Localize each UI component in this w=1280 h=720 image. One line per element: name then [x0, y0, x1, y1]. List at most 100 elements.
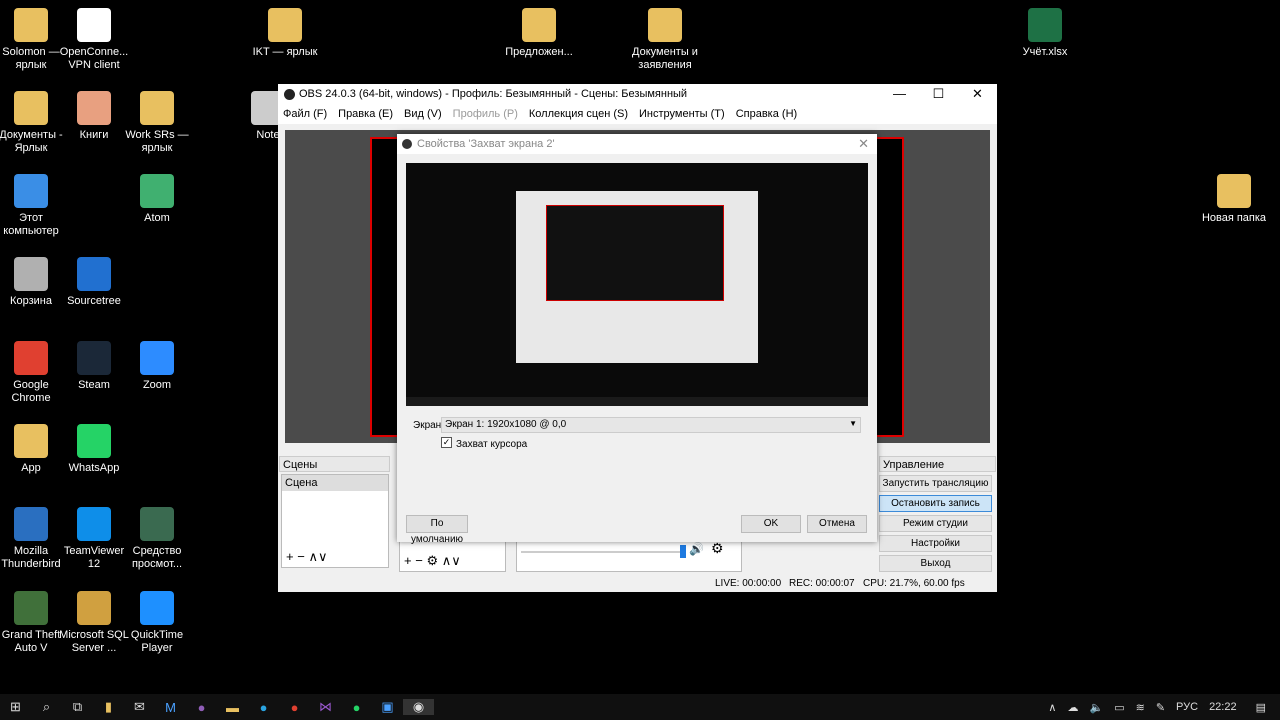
app-icon[interactable]: ▣ — [372, 699, 403, 715]
language-indicator[interactable]: РУС — [1176, 701, 1198, 713]
telegram-icon[interactable]: ● — [248, 700, 279, 715]
menu-edit[interactable]: Правка (E) — [338, 108, 393, 120]
start-button[interactable]: ⊞ — [0, 699, 31, 715]
desktop-icon[interactable]: Sourcetree — [58, 257, 130, 308]
desktop-icon[interactable]: Этот компьютер — [0, 174, 67, 238]
menu-bar: Файл (F) Правка (E) Вид (V) Профиль (P) … — [278, 104, 997, 124]
whatsapp-icon[interactable]: ● — [341, 700, 372, 715]
desktop-icon[interactable]: Предложен... — [503, 8, 575, 59]
scene-item[interactable]: Сцена — [282, 475, 388, 491]
ok-button[interactable]: OK — [741, 515, 801, 533]
desktop-icon-image — [14, 174, 48, 208]
menu-tools[interactable]: Инструменты (T) — [639, 108, 725, 120]
desktop-icon-label: Этот компьютер — [3, 212, 59, 237]
move-up-button[interactable]: ∧ — [308, 549, 318, 564]
desktop-icon[interactable]: Grand Theft Auto V — [0, 591, 67, 655]
menu-view[interactable]: Вид (V) — [404, 108, 442, 120]
desktop-icon[interactable]: IKT — ярлык — [249, 8, 321, 59]
menu-scene-collection[interactable]: Коллекция сцен (S) — [529, 108, 628, 120]
desktop-icon[interactable]: Solomon — ярлык — [0, 8, 67, 72]
desktop-icon-image — [268, 8, 302, 42]
minimize-button[interactable]: — — [880, 86, 919, 102]
cloud-icon[interactable]: ☁ — [1067, 701, 1078, 714]
clock[interactable]: 22:22 — [1209, 701, 1237, 713]
desktop-icon-image — [14, 8, 48, 42]
menu-profile[interactable]: Профиль (P) — [453, 108, 518, 120]
desktop-icon[interactable]: Zoom — [121, 341, 193, 392]
task-view-icon[interactable]: ⧉ — [62, 699, 93, 715]
desktop-icon[interactable]: OpenConne... VPN client — [58, 8, 130, 72]
close-button[interactable]: ✕ — [958, 86, 997, 102]
chrome-icon[interactable]: ● — [279, 700, 310, 715]
capture-cursor-checkbox[interactable]: ✓ — [441, 437, 452, 448]
obs-logo-icon — [284, 88, 295, 100]
rec-status: REC: 00:00:07 — [789, 578, 855, 589]
desktop-icon[interactable]: Atom — [121, 174, 193, 225]
desktop-icon-label: Корзина — [10, 295, 52, 307]
screen-select[interactable]: Экран 1: 1920x1080 @ 0,0 ▼ — [441, 417, 861, 433]
notifications-icon[interactable]: ▤ — [1256, 701, 1266, 714]
desktop-icon[interactable]: Новая папка — [1198, 174, 1270, 225]
remove-scene-button[interactable]: − — [297, 549, 305, 564]
desktop-icon[interactable]: WhatsApp — [58, 424, 130, 475]
viber-icon[interactable]: ● — [186, 700, 217, 715]
add-source-button[interactable]: + — [404, 553, 412, 568]
desktop-icon-image — [648, 8, 682, 42]
move-up-button[interactable]: ∧ — [442, 553, 452, 568]
desktop-icon[interactable]: Google Chrome — [0, 341, 67, 405]
desktop-icon[interactable]: Microsoft SQL Server ... — [58, 591, 130, 655]
visual-studio-icon[interactable]: ⋈ — [310, 699, 341, 715]
studio-mode-button[interactable]: Режим студии — [879, 515, 992, 532]
volume-slider[interactable] — [521, 551, 681, 553]
gear-icon[interactable]: ⚙ — [426, 553, 438, 568]
desktop-icon-label: Atom — [144, 212, 170, 224]
start-streaming-button[interactable]: Запустить трансляцию — [879, 475, 992, 492]
desktop-icon[interactable]: Документы - Ярлык — [0, 91, 67, 155]
exit-button[interactable]: Выход — [879, 555, 992, 572]
add-scene-button[interactable]: + — [286, 549, 294, 564]
search-icon[interactable]: ⌕ — [31, 699, 62, 715]
desktop-icon[interactable]: Учёт.xlsx — [1009, 8, 1081, 59]
desktop-icon[interactable]: Документы и заявления — [629, 8, 701, 72]
screen-select-value: Экран 1: 1920x1080 @ 0,0 — [445, 419, 567, 430]
scenes-list[interactable]: Сцена + − ∧∨ — [281, 474, 389, 568]
remove-source-button[interactable]: − — [415, 553, 423, 568]
volume-handle[interactable] — [680, 545, 686, 558]
speaker-icon[interactable]: 🔈 — [1089, 701, 1103, 714]
cancel-button[interactable]: Отмена — [807, 515, 867, 533]
pen-icon[interactable]: ✎ — [1156, 701, 1165, 714]
desktop-icon-label: Предложен... — [505, 46, 573, 58]
move-down-button[interactable]: ∨ — [451, 553, 461, 568]
speaker-icon[interactable]: 🔊 — [689, 542, 704, 556]
stop-recording-button[interactable]: Остановить запись — [879, 495, 992, 512]
defaults-button[interactable]: По умолчанию — [406, 515, 468, 545]
chevron-up-icon[interactable]: ∧ — [1048, 701, 1056, 714]
menu-help[interactable]: Справка (H) — [736, 108, 797, 120]
battery-icon[interactable]: ▭ — [1114, 701, 1124, 714]
mail-icon[interactable]: ✉ — [124, 699, 155, 715]
desktop-icon[interactable]: Корзина — [0, 257, 67, 308]
chevron-down-icon: ▼ — [849, 419, 857, 428]
desktop-icon[interactable]: App — [0, 424, 67, 475]
menu-file[interactable]: Файл (F) — [283, 108, 327, 120]
move-down-button[interactable]: ∨ — [318, 549, 328, 564]
desktop-icon[interactable]: Steam — [58, 341, 130, 392]
app-icon[interactable]: M — [155, 700, 186, 715]
desktop-icon-label: Sourcetree — [67, 295, 121, 307]
desktop-icon[interactable]: Книги — [58, 91, 130, 142]
desktop-icon-image — [77, 257, 111, 291]
desktop-icon[interactable]: Mozilla Thunderbird — [0, 507, 67, 571]
maximize-button[interactable]: ☐ — [919, 86, 958, 102]
desktop-icon[interactable]: Work SRs — ярлык — [121, 91, 193, 155]
gear-icon[interactable]: ⚙ — [711, 540, 724, 557]
desktop-icon[interactable]: TeamViewer 12 — [58, 507, 130, 571]
desktop-icon[interactable]: QuickTime Player — [121, 591, 193, 655]
obs-icon[interactable]: ◉ — [403, 699, 434, 715]
app-icon[interactable]: ▮ — [93, 699, 124, 715]
close-button[interactable]: ✕ — [858, 136, 869, 152]
settings-button[interactable]: Настройки — [879, 535, 992, 552]
wifi-icon[interactable]: ≋ — [1136, 701, 1145, 714]
desktop-icon-image — [77, 591, 111, 625]
folder-icon[interactable]: ▬ — [217, 700, 248, 715]
desktop-icon[interactable]: Средство просмот... — [121, 507, 193, 571]
